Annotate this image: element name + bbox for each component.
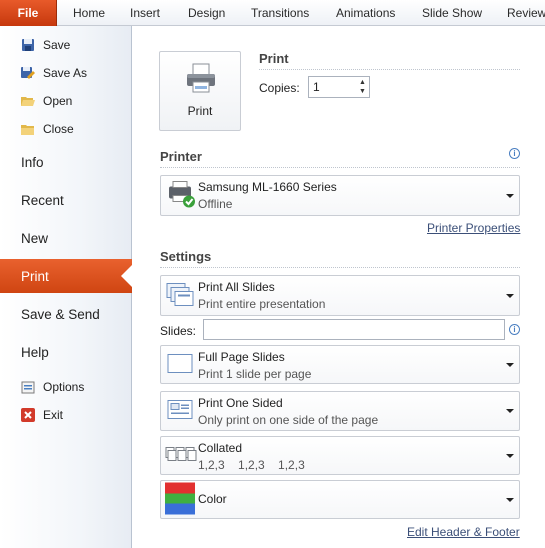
spin-up-icon[interactable]: ▲ <box>358 78 367 87</box>
ribbon-tab-bar: File Home Insert Design Transitions Anim… <box>0 0 545 26</box>
print-range-subtitle: Print entire presentation <box>198 297 326 311</box>
nav-recent[interactable]: Recent <box>0 183 131 217</box>
layout-title: Full Page Slides <box>198 350 285 364</box>
sides-dropdown[interactable]: Print One Sided Only print on one side o… <box>160 391 520 431</box>
printer-divider <box>160 167 520 168</box>
all-slides-icon <box>165 281 195 310</box>
open-folder-icon <box>20 93 36 109</box>
chevron-down-icon <box>506 193 514 198</box>
nav-close-label: Close <box>43 122 74 136</box>
printer-device-icon <box>165 180 197 211</box>
printer-heading: Printer <box>160 149 202 164</box>
sides-subtitle: Only print on one side of the page <box>198 413 379 427</box>
options-icon <box>20 379 36 395</box>
nav-help[interactable]: Help <box>0 335 131 369</box>
nav-info[interactable]: Info <box>0 145 131 179</box>
tab-transitions[interactable]: Transitions <box>251 0 309 26</box>
nav-options[interactable]: Options <box>0 375 131 399</box>
collated-icon <box>165 444 197 467</box>
nav-new[interactable]: New <box>0 221 131 255</box>
print-range-title: Print All Slides <box>198 280 275 294</box>
slides-input[interactable] <box>203 319 505 340</box>
one-sided-icon <box>165 398 195 425</box>
color-swatch-icon <box>165 482 195 517</box>
full-page-slide-icon <box>165 352 195 377</box>
tab-file[interactable]: File <box>0 0 57 26</box>
save-as-icon <box>20 65 36 81</box>
nav-save-as[interactable]: Save As <box>0 61 131 85</box>
print-heading-divider <box>259 69 520 70</box>
nav-save[interactable]: Save <box>0 33 131 57</box>
info-icon[interactable]: i <box>509 148 520 159</box>
print-heading: Print <box>259 51 289 66</box>
print-button-label: Print <box>187 104 213 118</box>
printer-name: Samsung ML-1660 Series <box>198 180 337 194</box>
nav-close[interactable]: Close <box>0 117 131 141</box>
collation-title: Collated <box>198 441 243 455</box>
backstage-nav: Save Save As Open Close Info Recent New … <box>0 26 134 548</box>
print-pane: Print Print Copies: 1 ▲ ▼ Printer i Sams… <box>133 26 545 548</box>
tab-insert[interactable]: Insert <box>130 0 160 26</box>
chevron-down-icon <box>506 293 514 298</box>
chevron-down-icon <box>506 362 514 367</box>
chevron-down-icon <box>506 497 514 502</box>
copies-label: Copies: <box>259 81 300 95</box>
color-dropdown[interactable]: Color <box>160 480 520 519</box>
color-title: Color <box>198 492 227 506</box>
slides-label: Slides: <box>160 324 197 338</box>
tab-slide-show[interactable]: Slide Show <box>422 0 482 26</box>
nav-exit-label: Exit <box>43 408 64 422</box>
chevron-down-icon <box>506 453 514 458</box>
printer-dropdown[interactable]: Samsung ML-1660 Series Offline <box>160 175 520 216</box>
tab-design[interactable]: Design <box>188 0 225 26</box>
tab-home[interactable]: Home <box>73 0 105 26</box>
copies-stepper[interactable]: 1 ▲ ▼ <box>308 76 370 98</box>
nav-save-label: Save <box>43 38 71 52</box>
printer-status: Offline <box>198 197 233 211</box>
chevron-down-icon <box>506 409 514 413</box>
nav-exit[interactable]: Exit <box>0 403 131 427</box>
copies-value: 1 <box>313 80 320 94</box>
sides-title: Print One Sided <box>198 396 283 410</box>
printer-properties-link[interactable]: Printer Properties <box>427 221 520 235</box>
settings-divider <box>160 267 520 268</box>
nav-save-and-send[interactable]: Save & Send <box>0 297 131 331</box>
info-icon[interactable]: i <box>509 324 520 335</box>
edit-header-footer-link[interactable]: Edit Header & Footer <box>407 525 520 539</box>
collation-dropdown[interactable]: Collated 1,2,3 1,2,3 1,2,3 <box>160 436 520 475</box>
collation-subtitle: 1,2,3 1,2,3 1,2,3 <box>198 458 305 472</box>
tab-animations[interactable]: Animations <box>336 0 395 26</box>
spin-down-icon[interactable]: ▼ <box>358 87 367 96</box>
layout-subtitle: Print 1 slide per page <box>198 367 312 381</box>
print-button[interactable]: Print <box>159 51 241 131</box>
nav-open-label: Open <box>43 94 73 108</box>
nav-save-as-label: Save As <box>43 66 88 80</box>
nav-options-label: Options <box>43 380 85 394</box>
printer-icon <box>184 62 218 99</box>
tab-review[interactable]: Review <box>507 0 545 26</box>
settings-heading: Settings <box>160 249 212 264</box>
save-icon <box>20 37 36 53</box>
nav-open[interactable]: Open <box>0 89 131 113</box>
layout-dropdown[interactable]: Full Page Slides Print 1 slide per page <box>160 345 520 384</box>
print-range-dropdown[interactable]: Print All Slides Print entire presentati… <box>160 275 520 316</box>
close-folder-icon <box>20 121 36 137</box>
nav-print[interactable]: Print <box>0 259 134 293</box>
exit-icon <box>20 407 36 423</box>
